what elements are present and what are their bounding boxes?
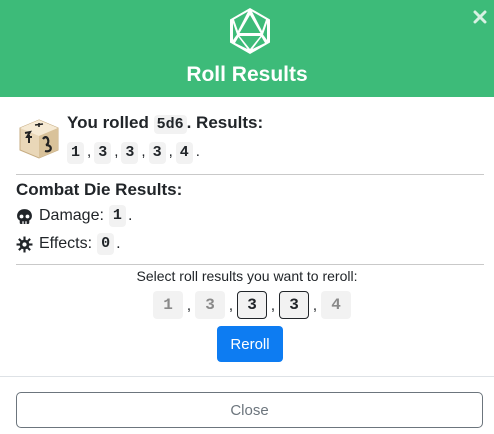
roll-results-list: 1,3,3,3,4. <box>67 140 203 164</box>
effects-row: Effects: 0 . <box>16 232 121 256</box>
damage-label: Damage: <box>39 207 104 224</box>
effects-value: 0 <box>97 233 115 255</box>
close-icon[interactable] <box>473 10 487 24</box>
result-value: 1 <box>67 142 85 164</box>
divider <box>16 264 484 265</box>
reroll-die-toggle[interactable]: 1 <box>153 291 183 319</box>
gear-icon <box>16 236 33 252</box>
effects-label: Effects: <box>39 235 93 252</box>
roll-formula: 5d6 <box>153 115 187 134</box>
dice-icon <box>19 119 59 159</box>
reroll-die-toggle[interactable]: 3 <box>195 291 225 319</box>
roll-summary: You rolled 5d6. Results: <box>67 112 263 136</box>
reroll-prompt: Select roll results you want to reroll: <box>136 268 358 284</box>
reroll-button[interactable]: Reroll <box>217 326 283 362</box>
results-end: . <box>195 143 200 160</box>
roll-suffix: . Results: <box>186 113 264 132</box>
result-value: 4 <box>175 142 193 164</box>
skull-icon <box>17 208 32 224</box>
combat-title: Combat Die Results: <box>16 180 183 199</box>
modal-title: Roll Results <box>186 63 308 86</box>
reroll-dice-selector: 1 , 3 , 3 , 3 , 4 <box>153 290 351 320</box>
result-value: 3 <box>121 142 139 164</box>
close-button[interactable]: Close <box>16 392 483 428</box>
modal-body: You rolled 5d6. Results: 1,3,3,3,4. Comb… <box>0 97 494 377</box>
reroll-die-toggle[interactable]: 3 <box>279 291 309 319</box>
roll-prefix: You rolled <box>67 113 149 132</box>
damage-row: Damage: 1 . <box>16 204 132 228</box>
footer-divider <box>0 376 494 377</box>
modal-header: Roll Results <box>0 0 494 97</box>
reroll-die-toggle[interactable]: 3 <box>237 291 267 319</box>
reroll-die-toggle[interactable]: 4 <box>321 291 351 319</box>
result-value: 3 <box>148 142 166 164</box>
divider <box>16 174 484 175</box>
result-value: 3 <box>94 142 112 164</box>
d20-icon <box>230 8 270 54</box>
damage-value: 1 <box>108 205 126 227</box>
roll-results-modal: Roll Results You rolled 5d6. Results: 1,… <box>0 0 494 434</box>
